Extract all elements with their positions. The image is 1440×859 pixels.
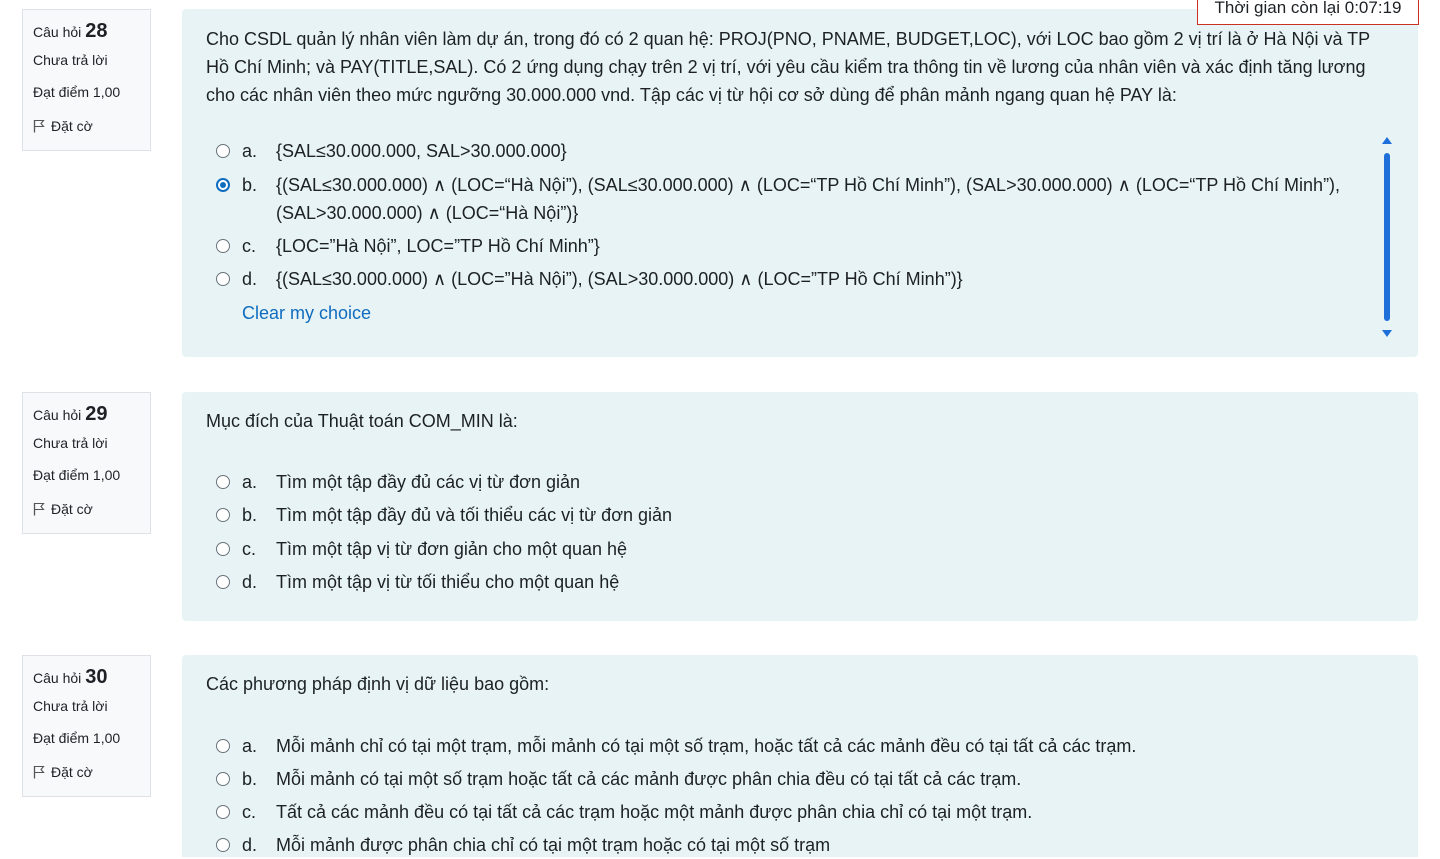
option-c[interactable]: c. Tìm một tập vị từ đơn giản cho một qu… [216,535,1358,563]
question-content-30: Các phương pháp định vị dữ liệu bao gồm:… [182,655,1418,857]
radio-a[interactable] [216,739,230,753]
option-letter: c. [242,539,257,559]
option-letter: c. [242,236,257,256]
option-text: Tất cả các mảnh đều có tại tất cả các tr… [276,802,1033,822]
question-number: Câu hỏi 28 [33,20,150,44]
option-a[interactable]: a. {SAL≤30.000.000, SAL>30.000.000} [216,137,1358,165]
radio-b[interactable] [216,772,230,786]
option-c[interactable]: c. {LOC=”Hà Nội”, LOC=”TP Hồ Chí Minh”} [216,232,1358,260]
option-d[interactable]: d. {(SAL≤30.000.000) ∧ (LOC=”Hà Nội”), (… [216,265,1358,293]
flag-label: Đặt cờ [51,764,93,780]
question-info-28: Câu hỏi 28 Chưa trả lời Đạt điểm 1,00 Đặ… [22,9,151,151]
question-state: Chưa trả lời [33,52,108,68]
option-text: Tìm một tập vị từ tối thiểu cho một quan… [276,572,620,592]
radio-b[interactable] [216,508,230,522]
flag-label: Đặt cờ [51,501,93,517]
option-letter: d. [242,572,258,592]
question-text: Các phương pháp định vị dữ liệu bao gồm: [206,674,550,694]
option-c[interactable]: c. Tất cả các mảnh đều có tại tất cả các… [216,798,1358,826]
scrollbar-thumb[interactable] [1384,153,1390,321]
flag-icon [33,502,45,516]
question-info-30: Câu hỏi 30 Chưa trả lời Đạt điểm 1,00 Đặ… [22,655,151,797]
radio-d[interactable] [216,272,230,286]
option-text: Mỗi mảnh được phân chia chỉ có tại một t… [276,835,831,855]
option-letter: d. [242,835,258,855]
radio-c[interactable] [216,805,230,819]
option-d[interactable]: d. Mỗi mảnh được phân chia chỉ có tại mộ… [216,831,1358,859]
flag-icon [33,765,45,779]
flag-question-button[interactable]: Đặt cờ [33,116,150,136]
option-letter: c. [242,802,257,822]
option-text: Tìm một tập đầy đủ các vị từ đơn giản [276,472,580,492]
option-b[interactable]: b. Mỗi mảnh có tại một số trạm hoặc tất … [216,765,1358,793]
radio-a[interactable] [216,144,230,158]
scroll-down-arrow-icon[interactable] [1382,330,1392,337]
question-number: Câu hỏi 29 [33,403,150,427]
option-letter: a. [242,472,258,492]
radio-d[interactable] [216,575,230,589]
option-text: Mỗi mảnh có tại một số trạm hoặc tất cả … [276,769,1022,789]
question-grade: Đạt điểm 1,00 [33,84,121,100]
question-number-value: 30 [85,666,108,688]
flag-label: Đặt cờ [51,118,93,134]
option-d[interactable]: d. Tìm một tập vị từ tối thiểu cho một q… [216,568,1358,596]
question-label: Câu hỏi [33,670,82,686]
question-label: Câu hỏi [33,24,82,40]
option-text: Mỗi mảnh chỉ có tại một trạm, mỗi mảnh c… [276,736,1137,756]
question-grade: Đạt điểm 1,00 [33,730,121,746]
scrollbar[interactable] [1382,137,1392,337]
radio-c[interactable] [216,239,230,253]
option-text: Tìm một tập vị từ đơn giản cho một quan … [276,539,628,559]
question-grade: Đạt điểm 1,00 [33,467,121,483]
question-state: Chưa trả lời [33,435,108,451]
flag-question-button[interactable]: Đặt cờ [33,762,150,782]
question-number-value: 29 [85,403,108,425]
option-b[interactable]: b. Tìm một tập đầy đủ và tối thiểu các v… [216,501,1358,529]
scroll-up-arrow-icon[interactable] [1382,137,1392,144]
question-number-value: 28 [85,20,108,42]
question-content-28: Cho CSDL quản lý nhân viên làm dự án, tr… [182,9,1418,357]
flag-icon [33,119,45,133]
question-text: Cho CSDL quản lý nhân viên làm dự án, tr… [206,29,1370,105]
option-text: Tìm một tập đầy đủ và tối thiểu các vị t… [276,505,673,525]
radio-c[interactable] [216,542,230,556]
question-label: Câu hỏi [33,407,82,423]
question-info-29: Câu hỏi 29 Chưa trả lời Đạt điểm 1,00 Đặ… [22,392,151,534]
question-state: Chưa trả lời [33,698,108,714]
option-letter: b. [242,175,258,195]
radio-a[interactable] [216,475,230,489]
option-letter: a. [242,736,258,756]
option-letter: d. [242,269,258,289]
question-number: Câu hỏi 30 [33,666,150,690]
option-text: {(SAL≤30.000.000) ∧ (LOC=”Hà Nội”), (SAL… [276,269,963,289]
question-content-29: Mục đích của Thuật toán COM_MIN là: a. T… [182,392,1418,621]
option-text: {SAL≤30.000.000, SAL>30.000.000} [276,141,567,161]
option-text: {(SAL≤30.000.000) ∧ (LOC=“Hà Nội”), (SAL… [276,175,1341,223]
option-text: {LOC=”Hà Nội”, LOC=”TP Hồ Chí Minh”} [276,236,600,256]
option-letter: b. [242,769,258,789]
option-a[interactable]: a. Mỗi mảnh chỉ có tại một trạm, mỗi mản… [216,732,1358,760]
flag-question-button[interactable]: Đặt cờ [33,499,150,519]
clear-choice-link[interactable]: Clear my choice [242,303,371,324]
quiz-timer: Thời gian còn lại 0:07:19 [1197,0,1419,25]
radio-d[interactable] [216,838,230,852]
question-text: Mục đích của Thuật toán COM_MIN là: [206,411,518,431]
option-b[interactable]: b. {(SAL≤30.000.000) ∧ (LOC=“Hà Nội”), (… [216,171,1358,227]
radio-b-selected[interactable] [216,178,230,192]
option-letter: b. [242,505,258,525]
option-letter: a. [242,141,258,161]
option-a[interactable]: a. Tìm một tập đầy đủ các vị từ đơn giản [216,468,1358,496]
